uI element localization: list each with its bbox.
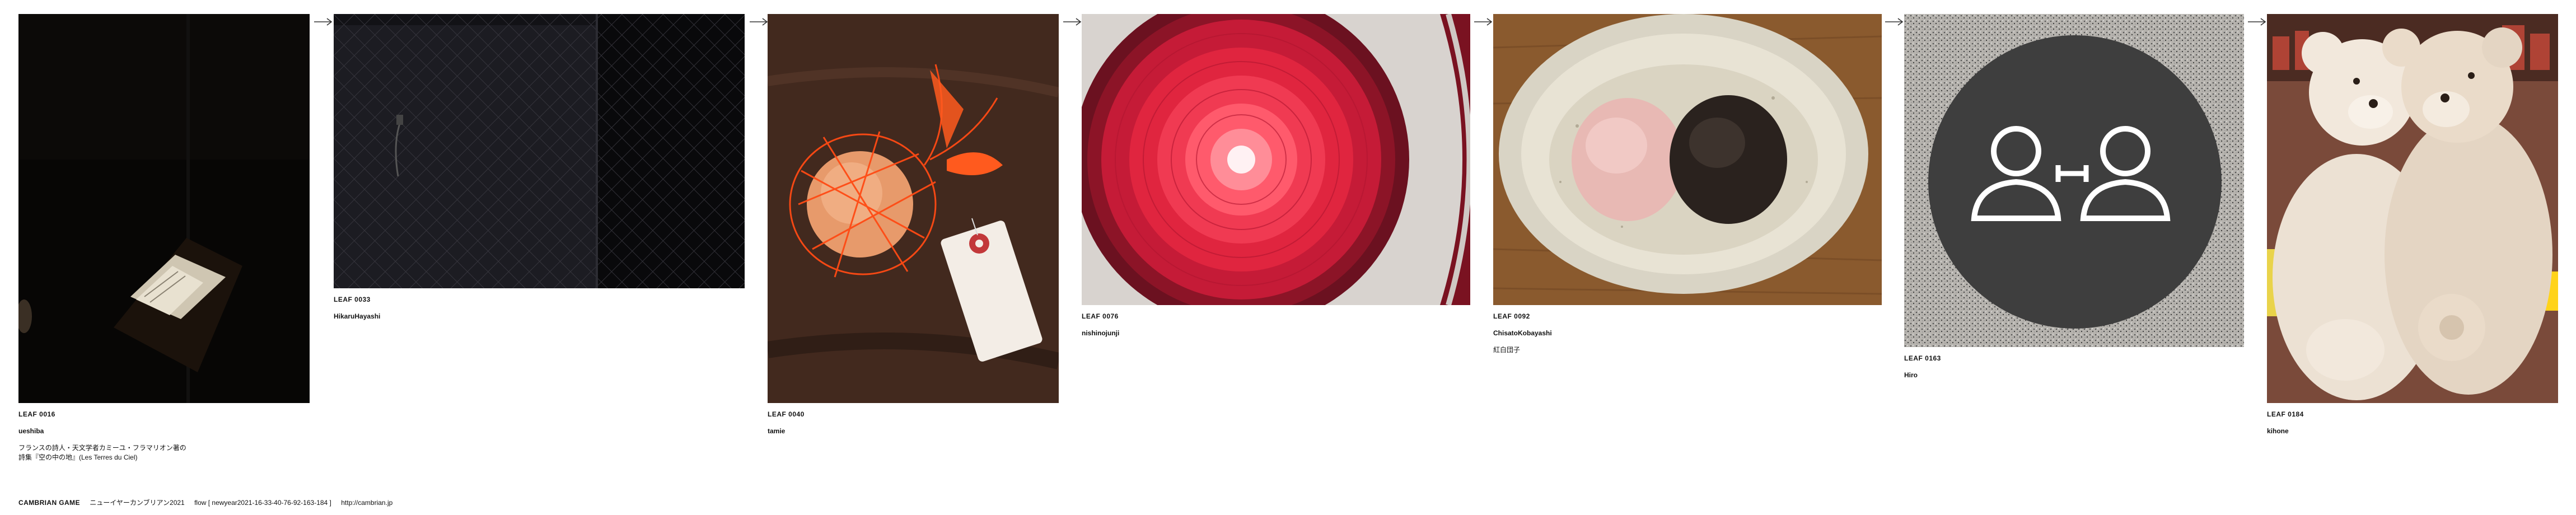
flow-arrow-icon <box>314 18 333 26</box>
caption-line: フランスの詩人・天文学者カミーユ・フラマリオン著の <box>18 444 186 452</box>
leaf-id: LEAF 0040 <box>768 410 805 418</box>
page-footer: CAMBRIAN GAME ニューイヤーカンブリアン2021 flow [ ne… <box>18 498 400 507</box>
event-title: ニューイヤーカンブリアン2021 <box>90 499 185 507</box>
leaf-caption: 紅白団子 <box>1493 345 1882 354</box>
leaf-card-0040[interactable]: LEAF 0040 tamie <box>768 14 1059 436</box>
leaf-photo-dumplings-bowl[interactable] <box>1493 14 1882 305</box>
leaf-card-0033[interactable]: LEAF 0033 HikaruHayashi <box>334 14 745 321</box>
site-url-link[interactable]: http://cambrian.jp <box>341 499 392 507</box>
author-name[interactable]: HikaruHayashi <box>334 312 745 321</box>
leaf-photo-floor-sign[interactable] <box>1904 14 2244 347</box>
leaf-id: LEAF 0033 <box>334 296 371 303</box>
flow-arrow-icon <box>1885 18 1904 26</box>
leaf-card-0092[interactable]: LEAF 0092 ChisatoKobayashi 紅白団子 <box>1493 14 1882 355</box>
leaf-id: LEAF 0092 <box>1493 312 1530 320</box>
leaf-caption: フランスの詩人・天文学者カミーユ・フラマリオン著の 詩集『空の中の地』(Les … <box>18 443 310 461</box>
flow-arrow-icon <box>2247 18 2266 26</box>
caption-line: 紅白団子 <box>1493 346 1521 354</box>
flow-arrow-icon <box>1474 18 1493 26</box>
leaf-id: LEAF 0076 <box>1082 312 1119 320</box>
leaf-card-0076[interactable]: LEAF 0076 nishinojunji <box>1082 14 1470 338</box>
leaf-photo-book-in-dark[interactable] <box>18 14 310 403</box>
leaf-photo-chain-link-fence[interactable] <box>334 14 745 288</box>
flow-arrow-icon <box>1063 18 1082 26</box>
leaf-card-0184[interactable]: LEAF 0184 kihone <box>2267 14 2558 436</box>
leaf-photo-teddy-bears[interactable] <box>2267 14 2558 403</box>
author-name[interactable]: tamie <box>768 427 1059 436</box>
flow-sequence: flow [ newyear2021-16-33-40-76-92-163-18… <box>194 499 331 507</box>
leaf-card-0163[interactable]: LEAF 0163 Hiro <box>1904 14 2244 380</box>
leaf-id: LEAF 0163 <box>1904 354 1941 362</box>
leaf-id: LEAF 0016 <box>18 410 55 418</box>
brand-name[interactable]: CAMBRIAN GAME <box>18 499 80 507</box>
author-name[interactable]: kihone <box>2267 427 2558 436</box>
author-name[interactable]: Hiro <box>1904 371 2244 380</box>
leaf-card-0016[interactable]: LEAF 0016 ueshiba フランスの詩人・天文学者カミーユ・フラマリオ… <box>18 14 310 462</box>
author-name[interactable]: ChisatoKobayashi <box>1493 329 1882 338</box>
flow-arrow-icon <box>749 18 768 26</box>
author-name[interactable]: nishinojunji <box>1082 329 1470 338</box>
leaf-id: LEAF 0184 <box>2267 410 2304 418</box>
leaf-photo-ball-in-net[interactable] <box>768 14 1059 403</box>
author-name[interactable]: ueshiba <box>18 427 310 436</box>
caption-line: 詩集『空の中の地』(Les Terres du Ciel) <box>18 453 138 461</box>
leaf-photo-red-lamp[interactable] <box>1082 14 1470 305</box>
